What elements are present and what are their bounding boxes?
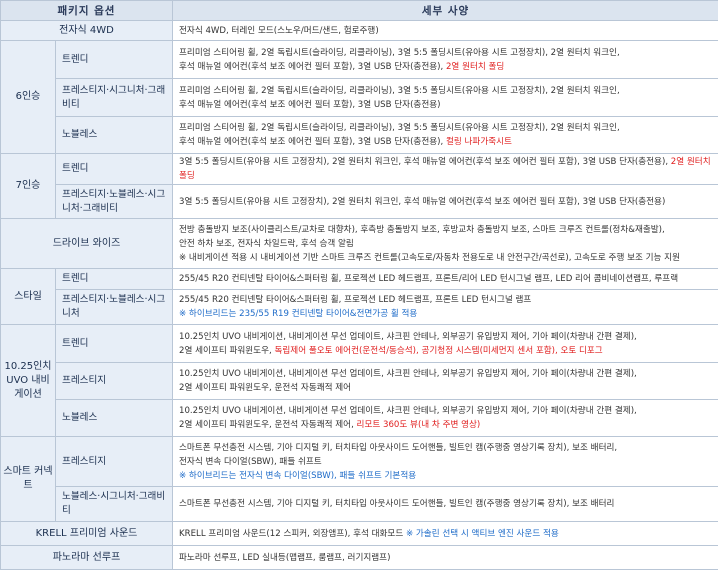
desc-text: 3열 5:5 폴딩시트(유아용 시트 고정장치), 2열 원터치 워크인, 후석…: [179, 157, 671, 167]
desc-awd: 전자식 4WD, 터레인 모드(스노우/머드/샌드, 험로주행): [172, 20, 718, 41]
note-text: ※ 하이브리드는 전자식 변속 다이얼(SBW), 패들 쉬프트 기본적용: [179, 470, 417, 481]
group-navigation: 10.25인치 UVO 내비게이션: [0, 324, 56, 437]
table-row: 7인승 트렌디 3열 5:5 폴딩시트(유아용 시트 고정장치), 2열 원터치…: [0, 153, 718, 219]
desc-nav-noblesse: 10.25인치 UVO 내비게이션, 내비게이션 무선 업데이트, 샤크핀 안테…: [172, 399, 718, 437]
desc-drive-wise: 전방 충돌방지 보조(사이클리스트/교차로 대향차), 후측방 충돌방지 보조,…: [172, 218, 718, 269]
desc-nav-prestige: 10.25인치 UVO 내비게이션, 내비게이션 무선 업데이트, 샤크핀 안테…: [172, 362, 718, 400]
table-row: KRELL 프리미엄 사운드 KRELL 프리미엄 사운드(12 스피커, 외장…: [0, 521, 718, 546]
highlight-text: 독립제어 풀오토 에어컨(운전석/동승석), 공기청정 시스템(미세먼지 센서 …: [274, 345, 603, 356]
sub-7-trendy: 트렌디: [55, 153, 173, 185]
table-header: 패키지 옵션 세부 사양: [0, 0, 718, 21]
sub-smart-noblesse: 노블레스·시그니처·그래비티: [55, 486, 173, 522]
group-drive-wise: 드라이브 와이즈: [0, 218, 173, 269]
desc-nav-trendy: 10.25인치 UVO 내비게이션, 내비게이션 무선 업데이트, 샤크핀 안테…: [172, 324, 718, 363]
highlight-text: 리모트 360도 뷰(내 차 주변 영상): [356, 420, 481, 430]
desc-text: KRELL 프리미엄 사운드(12 스피커, 외장앰프), 후석 대화모드: [179, 528, 406, 539]
table-row: 노블레스·시그니처·그래비티 스마트폰 무선충전 시스템, 기아 디지털 키, …: [1, 486, 718, 522]
desc-7-trendy: 3열 5:5 폴딩시트(유아용 시트 고정장치), 2열 원터치 워크인, 후석…: [172, 153, 718, 185]
sub-6-prestige: 프레스티지·시그니처·그래비티: [55, 78, 173, 117]
desc-line: 2열 세이프티 파워윈도우, 운전석 자동쾌적 제어, 리모트 360도 뷰(내…: [179, 418, 712, 432]
desc-6-prestige: 프리미엄 스티어링 휠, 2열 독립시트(슬라이딩, 리클라이닝), 3열 5:…: [172, 78, 718, 117]
group-krell: KRELL 프리미엄 사운드: [0, 521, 173, 546]
table-row: 프레스티지·노블레스·시그니처 255/45 R20 컨티넨탈 타이어&스퍼터링…: [1, 289, 718, 325]
desc-line: 10.25인치 UVO 내비게이션, 내비게이션 무선 업데이트, 샤크핀 안테…: [179, 331, 637, 342]
group-7-seater: 7인승: [0, 153, 56, 219]
desc-line: ※ 내비게이션 적용 시 내비게이션 기반 스마트 크루즈 컨트롤(고속도로/자…: [179, 252, 680, 263]
sub-style-prestige: 프레스티지·노블레스·시그니처: [55, 289, 173, 325]
desc-smart-noblesse: 스마트폰 무선충전 시스템, 기아 디지털 키, 터치타입 아웃사이드 도어핸들…: [172, 486, 718, 522]
desc-style-trendy: 255/45 R20 컨티넨탈 타이어&스퍼터링 휠, 프로젝션 LED 헤드램…: [172, 268, 718, 290]
sub-style-trendy: 트렌디: [55, 268, 173, 290]
desc-line: 10.25인치 UVO 내비게이션, 내비게이션 무선 업데이트, 샤크핀 안테…: [179, 406, 637, 416]
highlight-text: 2열 원터치 폴딩: [445, 61, 505, 72]
desc-smart-prestige: 스마트폰 무선충전 시스템, 기아 디지털 키, 터치타입 아웃사이드 도어핸들…: [172, 436, 718, 487]
table-row: 프레스티지 10.25인치 UVO 내비게이션, 내비게이션 무선 업데이트, …: [1, 362, 718, 400]
table-row: 노블레스 10.25인치 UVO 내비게이션, 내비게이션 무선 업데이트, 샤…: [1, 399, 718, 437]
desc-text: 후석 매뉴얼 에어컨(후석 보조 에어컨 필터 포함), 3열 USB 단자(충…: [179, 61, 446, 72]
desc-panorama: 파노라마 선루프, LED 실내등(맵램프, 룸램프, 러기지램프): [172, 545, 718, 570]
desc-text: 2열 세이프티 파워윈도우,: [179, 345, 275, 356]
header-package-options: 패키지 옵션: [0, 0, 173, 21]
sub-6-trendy: 트렌디: [55, 40, 173, 79]
desc-text: 후석 매뉴얼 에어컨(후석 보조 에어컨 필터 포함), 3열 USB 단자(충…: [179, 137, 446, 147]
table-row: 10.25인치 UVO 내비게이션 트렌디 10.25인치 UVO 내비게이션,…: [0, 324, 718, 437]
table-row: 6인승 트렌디 프리미엄 스티어링 휠, 2열 독립시트(슬라이딩, 리클라이닝…: [0, 40, 718, 154]
header-details: 세부 사양: [172, 0, 718, 21]
sub-nav-trendy: 트렌디: [55, 324, 173, 363]
desc-line: 스마트폰 무선충전 시스템, 기아 디지털 키, 터치타입 아웃사이드 도어핸들…: [179, 442, 618, 453]
sub-nav-noblesse: 노블레스: [55, 399, 173, 437]
desc-line: 후석 매뉴얼 에어컨(후석 보조 에어컨 필터 포함), 3열 USB 단자(충…: [179, 60, 712, 74]
desc-line: 전자식 변속 다이얼(SBW), 패들 쉬프트: [179, 456, 322, 467]
group-smart-connect: 스마트 커넥트: [0, 436, 56, 522]
group-awd: 전자식 4WD: [0, 20, 173, 41]
desc-line: 2열 세이프티 파워윈도우, 독립제어 풀오토 에어컨(운전석/동승석), 공기…: [179, 344, 712, 358]
table-row: 프레스티지·노블레스·시그니처·그래비티 3열 5:5 폴딩시트(유아용 시트 …: [1, 184, 718, 219]
table-row: 스마트 커넥트 프레스티지 스마트폰 무선충전 시스템, 기아 디지털 키, 터…: [0, 436, 718, 522]
sub-smart-prestige: 프레스티지: [55, 436, 173, 487]
desc-6-noblesse: 프리미엄 스티어링 휠, 2열 독립시트(슬라이딩, 리클라이닝), 3열 5:…: [172, 116, 718, 154]
group-style: 스타일: [0, 268, 56, 325]
group-6-seater: 6인승: [0, 40, 56, 154]
desc-text: 2열 세이프티 파워윈도우, 운전석 자동쾌적 제어,: [179, 420, 357, 430]
sub-nav-prestige: 프레스티지: [55, 362, 173, 400]
table-row: 전자식 4WD 전자식 4WD, 터레인 모드(스노우/머드/샌드, 험로주행): [0, 20, 718, 41]
desc-line: 10.25인치 UVO 내비게이션, 내비게이션 무선 업데이트, 샤크핀 안테…: [179, 369, 637, 379]
table-row: 프레스티지·시그니처·그래비티 프리미엄 스티어링 휠, 2열 독립시트(슬라이…: [1, 78, 718, 117]
table-row: 스타일 트렌디 255/45 R20 컨티넨탈 타이어&스퍼터링 휠, 프로젝션…: [0, 268, 718, 325]
note-text: ※ 하이브리드는 235/55 R19 컨티넨탈 타이어&전면가공 휠 적용: [179, 309, 418, 319]
table-row: 노블레스 프리미엄 스티어링 휠, 2열 독립시트(슬라이딩, 리클라이닝), …: [1, 116, 718, 154]
sub-7-prestige: 프레스티지·노블레스·시그니처·그래비티: [55, 184, 173, 219]
desc-6-trendy: 프리미엄 스티어링 휠, 2열 독립시트(슬라이딩, 리클라이닝), 3열 5:…: [172, 40, 718, 79]
desc-line: 프리미엄 스티어링 휠, 2열 독립시트(슬라이딩, 리클라이닝), 3열 5:…: [179, 123, 620, 133]
desc-line: 프리미엄 스티어링 휠, 2열 독립시트(슬라이딩, 리클라이닝), 3열 5:…: [179, 47, 620, 58]
group-panorama: 파노라마 선루프: [0, 545, 173, 570]
desc-line: 프리미엄 스티어링 휠, 2열 독립시트(슬라이딩, 리클라이닝), 3열 5:…: [179, 85, 620, 96]
highlight-text: 컬링 나파가죽시트: [445, 137, 512, 147]
desc-line: 255/45 R20 컨티넨탈 타이어&스퍼터링 휠, 프로젝션 LED 헤드램…: [179, 295, 532, 305]
package-options-table: 패키지 옵션 세부 사양 전자식 4WD 전자식 4WD, 터레인 모드(스노우…: [0, 0, 718, 570]
desc-7-prestige: 3열 5:5 폴딩시트(유아용 시트 고정장치), 2열 원터치 워크인, 후석…: [172, 184, 718, 219]
note-text: ※ 가솔린 선택 시 액티브 엔진 사운드 적용: [405, 528, 559, 539]
desc-style-prestige: 255/45 R20 컨티넨탈 타이어&스퍼터링 휠, 프로젝션 LED 헤드램…: [172, 289, 718, 325]
desc-line: 2열 세이프티 파워윈도우, 운전석 자동쾌적 제어: [179, 383, 352, 393]
sub-6-noblesse: 노블레스: [55, 116, 173, 154]
desc-line: 안전 하차 보조, 전자식 차일드락, 후석 승객 알림: [179, 238, 354, 249]
desc-line: 후석 매뉴얼 에어컨(후석 보조 에어컨 필터 포함), 3열 USB 단자(충…: [179, 99, 441, 110]
table-row: 파노라마 선루프 파노라마 선루프, LED 실내등(맵램프, 룸램프, 러기지…: [0, 545, 718, 570]
desc-line: 후석 매뉴얼 에어컨(후석 보조 에어컨 필터 포함), 3열 USB 단자(충…: [179, 135, 712, 149]
table-row: 드라이브 와이즈 전방 충돌방지 보조(사이클리스트/교차로 대향차), 후측방…: [0, 218, 718, 269]
desc-krell: KRELL 프리미엄 사운드(12 스피커, 외장앰프), 후석 대화모드 ※ …: [172, 521, 718, 546]
desc-line: 전방 충돌방지 보조(사이클리스트/교차로 대향차), 후측방 충돌방지 보조,…: [179, 224, 665, 235]
